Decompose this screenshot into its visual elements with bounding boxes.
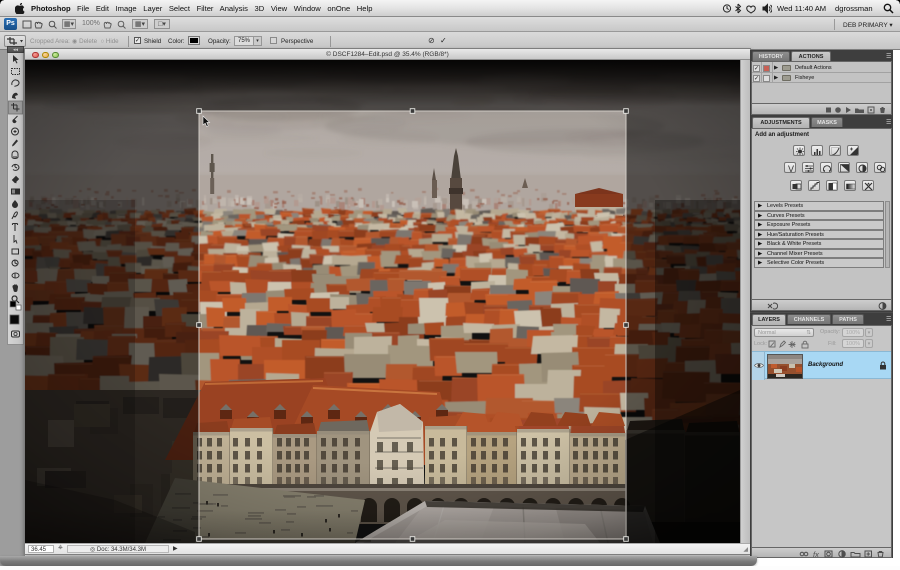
svg-text:V: V <box>788 164 794 173</box>
svg-text:fx: fx <box>813 550 819 558</box>
